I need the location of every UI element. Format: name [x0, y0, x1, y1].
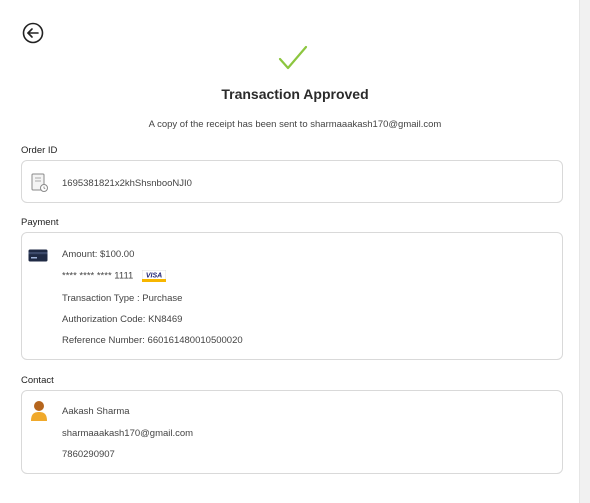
contact-phone: 7860290907 — [62, 449, 115, 460]
user-avatar-icon — [31, 401, 47, 421]
arrow-left-circle-icon — [22, 22, 44, 44]
transaction-type: Transaction Type : Purchase — [62, 293, 183, 304]
payment-card: Amount: $100.00 **** **** **** 1111 VISA… — [21, 232, 563, 360]
receipt-note: A copy of the receipt has been sent to s… — [148, 119, 442, 130]
transaction-approved-page: Transaction Approved A copy of the recei… — [0, 0, 590, 503]
success-check-icon — [278, 45, 308, 71]
card-number: **** **** **** 1111 — [62, 270, 134, 282]
svg-text:VISA: VISA — [146, 273, 162, 280]
contact-label: Contact — [21, 375, 54, 386]
page-title: Transaction Approved — [221, 86, 369, 102]
reference-number: Reference Number: 660161480010500020 — [62, 335, 243, 346]
payment-amount: Amount: $100.00 — [62, 249, 135, 260]
scrollbar-track[interactable] — [579, 0, 590, 503]
order-id-label: Order ID — [21, 145, 58, 156]
authorization-code: Authorization Code: KN8469 — [62, 314, 183, 325]
payment-card-number-row: **** **** **** 1111 VISA — [62, 270, 166, 282]
order-id-value: 1695381821x2khShsnbooNJI0 — [62, 178, 192, 189]
payment-label: Payment — [21, 217, 59, 228]
contact-name: Aakash Sharma — [62, 406, 130, 417]
contact-card: Aakash Sharma sharmaaakash170@gmail.com … — [21, 390, 563, 474]
credit-card-icon — [28, 249, 48, 262]
back-button[interactable] — [22, 22, 44, 44]
document-icon — [31, 173, 48, 192]
visa-logo-icon: VISA — [141, 270, 166, 282]
contact-email: sharmaaakash170@gmail.com — [62, 428, 194, 439]
order-card: 1695381821x2khShsnbooNJI0 — [21, 160, 563, 203]
